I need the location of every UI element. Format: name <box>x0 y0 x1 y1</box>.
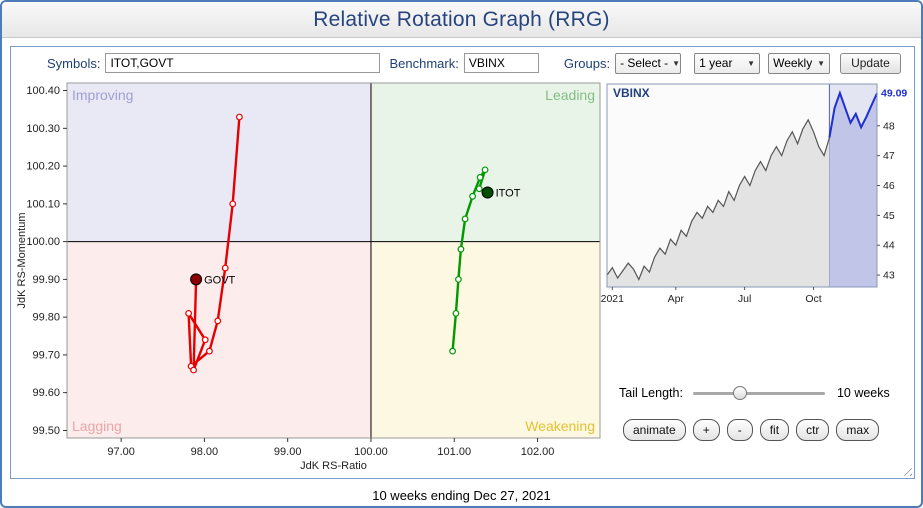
fit-button[interactable]: fit <box>760 419 789 441</box>
benchmark-title: VBINX <box>613 86 650 100</box>
y-tick-label: 100.30 <box>26 123 60 135</box>
quadrant-leading <box>371 83 600 242</box>
period-select[interactable]: 1 year ▼ <box>694 53 760 74</box>
y-tick-label: 99.90 <box>32 274 60 286</box>
zoom-out-button[interactable]: - <box>727 419 753 441</box>
quadrant-label-improving: Improving <box>72 87 133 103</box>
page-title: Relative Rotation Graph (RRG) <box>313 8 609 32</box>
frequency-select[interactable]: Weekly ▼ <box>768 53 830 74</box>
quadrant-label-leading: Leading <box>545 87 595 103</box>
itot-tail-point[interactable] <box>458 246 464 252</box>
bench-y-tick: 46 <box>883 180 895 192</box>
rrg-app-window: Relative Rotation Graph (RRG) Symbols: B… <box>0 0 923 508</box>
govt-tail-point[interactable] <box>207 348 213 354</box>
itot-head-dot[interactable] <box>482 187 493 198</box>
bench-y-tick: 44 <box>883 240 895 252</box>
govt-symbol-label: GOVT <box>204 274 235 286</box>
y-tick-label: 99.70 <box>32 349 60 361</box>
toolbar: Symbols: Benchmark: Groups: - Select - ▼… <box>11 50 914 76</box>
benchmark-label: Benchmark: <box>389 56 458 71</box>
govt-tail-point[interactable] <box>215 318 221 324</box>
bench-x-tick: Jul <box>738 293 751 305</box>
benchmark-chart-svg: 43444546474849.092021AprJulOctVBINX <box>607 83 915 307</box>
symbols-label: Symbols: <box>47 56 100 71</box>
animate-button[interactable]: animate <box>623 419 686 441</box>
rrg-chart[interactable]: Improving Leading Lagging Weakening 97.00 98.… <box>13 79 613 477</box>
govt-tail-point[interactable] <box>237 114 243 120</box>
x-axis-title: JdK RS-Ratio <box>300 460 367 472</box>
itot-tail-point[interactable] <box>456 277 462 283</box>
y-tick-label: 99.60 <box>32 387 60 399</box>
quadrant-weakening <box>371 242 600 438</box>
govt-tail-point[interactable] <box>191 367 197 373</box>
bench-y-tick: 43 <box>883 270 895 282</box>
itot-tail-point[interactable] <box>476 186 482 192</box>
x-tick-label: 99.00 <box>274 446 302 458</box>
govt-tail-point[interactable] <box>230 201 236 207</box>
period-select-value: 1 year <box>699 56 732 70</box>
groups-select-value: - Select - <box>620 56 668 70</box>
y-tick-label: 100.20 <box>26 161 60 173</box>
tail-length-value: 10 weeks <box>837 386 890 400</box>
bench-x-tick: 2021 <box>601 293 625 305</box>
app-header: Relative Rotation Graph (RRG) <box>2 2 921 38</box>
footer-caption: 10 weeks ending Dec 27, 2021 <box>2 488 921 503</box>
x-tick-label: 101.00 <box>437 446 471 458</box>
itot-tail-point[interactable] <box>477 175 483 181</box>
rrg-chart-svg[interactable]: Improving Leading Lagging Weakening 97.00 98.… <box>13 79 613 477</box>
govt-tail-point[interactable] <box>222 265 228 271</box>
y-axis-title: JdK RS-Momentum <box>16 213 28 309</box>
itot-tail-point[interactable] <box>450 348 456 354</box>
quadrant-lagging <box>67 242 371 438</box>
bench-y-tick: 45 <box>883 210 895 222</box>
chevron-down-icon: ▼ <box>817 59 825 68</box>
groups-select[interactable]: - Select - ▼ <box>615 53 681 74</box>
y-tick-label: 99.80 <box>32 312 60 324</box>
bench-x-tick: Apr <box>668 293 685 305</box>
zoom-in-button[interactable]: + <box>693 419 720 441</box>
govt-head-dot[interactable] <box>191 274 202 285</box>
slider-thumb[interactable] <box>733 386 747 400</box>
max-button[interactable]: max <box>836 419 879 441</box>
itot-tail-point[interactable] <box>482 167 488 173</box>
slider-track[interactable] <box>693 392 825 395</box>
x-tick-label: 102.00 <box>521 446 555 458</box>
itot-tail-point[interactable] <box>470 193 476 199</box>
groups-label: Groups: <box>564 56 610 71</box>
itot-tail-point[interactable] <box>462 216 468 222</box>
itot-tail-point[interactable] <box>453 311 459 317</box>
tail-length-label: Tail Length: <box>619 386 683 400</box>
y-tick-label: 100.40 <box>26 85 60 97</box>
x-tick-label: 97.00 <box>107 446 135 458</box>
y-tick-label: 100.00 <box>26 236 60 248</box>
rrg-panel: Symbols: Benchmark: Groups: - Select - ▼… <box>10 46 915 479</box>
quadrant-label-weakening: Weakening <box>525 418 595 434</box>
bench-y-tick: 47 <box>883 150 895 162</box>
benchmark-chart: 43444546474849.092021AprJulOctVBINX <box>607 83 915 307</box>
update-button[interactable]: Update <box>840 53 901 74</box>
govt-tail-point[interactable] <box>202 337 208 343</box>
resize-handle[interactable] <box>900 464 912 476</box>
chevron-down-icon: ▼ <box>672 59 680 68</box>
frequency-select-value: Weekly <box>773 56 812 70</box>
bench-y-tick: 48 <box>883 120 895 132</box>
y-tick-label: 100.10 <box>26 198 60 210</box>
tail-length-row: Tail Length: 10 weeks <box>619 385 911 401</box>
govt-tail-point[interactable] <box>186 311 192 317</box>
symbols-input[interactable] <box>105 53 380 73</box>
x-tick-label: 98.00 <box>191 446 219 458</box>
bench-x-tick: Oct <box>805 293 821 305</box>
benchmark-last-value: 49.09 <box>881 87 907 99</box>
quadrant-label-lagging: Lagging <box>72 418 122 434</box>
x-tick-label: 100.00 <box>354 446 388 458</box>
benchmark-input[interactable] <box>464 53 539 73</box>
itot-symbol-label: ITOT <box>496 188 521 200</box>
quadrant-improving <box>67 83 371 242</box>
chart-controls: animate + - fit ctr max <box>623 419 879 441</box>
chevron-down-icon: ▼ <box>747 59 755 68</box>
tail-length-slider[interactable] <box>693 385 825 401</box>
y-tick-label: 99.50 <box>32 425 60 437</box>
center-button[interactable]: ctr <box>796 419 829 441</box>
